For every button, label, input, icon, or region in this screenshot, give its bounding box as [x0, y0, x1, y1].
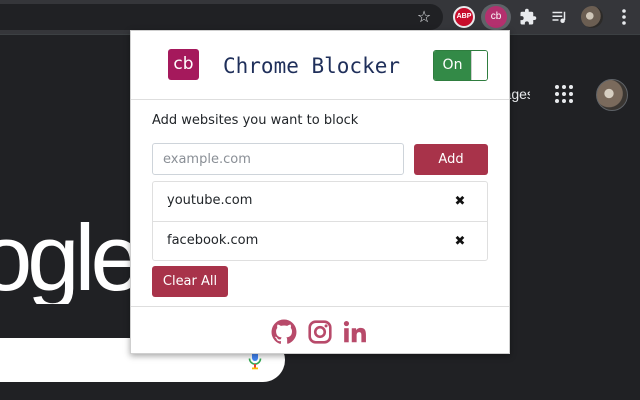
blocked-sites-list: youtube.com ✖ facebook.com ✖ — [152, 181, 488, 261]
abp-label: ABP — [456, 13, 472, 20]
list-item: youtube.com ✖ — [153, 182, 487, 221]
profile-avatar-icon[interactable] — [581, 6, 603, 28]
address-bar[interactable] — [0, 4, 443, 30]
block-prompt: Add websites you want to block — [152, 113, 359, 128]
site-name: facebook.com — [167, 233, 259, 248]
google-apps-icon[interactable] — [555, 85, 573, 103]
remove-icon[interactable]: ✖ — [450, 192, 470, 212]
site-name: youtube.com — [167, 193, 253, 208]
puzzle-icon[interactable] — [519, 8, 537, 26]
media-control-icon[interactable] — [551, 8, 569, 26]
blocker-toggle[interactable]: On — [433, 50, 488, 81]
remove-icon[interactable]: ✖ — [450, 232, 470, 252]
chrome-blocker-extension-icon: cb — [485, 6, 507, 28]
linkedin-icon[interactable] — [342, 319, 368, 345]
cb-ext-label: cb — [490, 11, 502, 22]
instagram-icon[interactable] — [307, 319, 333, 345]
adblock-extension-icon[interactable]: ABP — [453, 6, 475, 28]
popup-title: Chrome Blocker — [223, 54, 401, 78]
chrome-blocker-extension-button[interactable]: cb — [481, 4, 511, 30]
google-account-avatar[interactable] — [596, 79, 628, 111]
star-icon[interactable]: ☆ — [414, 7, 434, 27]
toggle-label: On — [434, 51, 471, 80]
toggle-knob — [471, 51, 487, 80]
google-logo: ogle — [0, 212, 143, 304]
list-item: facebook.com ✖ — [153, 221, 487, 260]
popup-header: cb Chrome Blocker On — [131, 31, 509, 100]
chrome-blocker-logo: cb — [168, 49, 199, 80]
chrome-blocker-popup: cb Chrome Blocker On Add websites you wa… — [130, 30, 510, 354]
github-icon[interactable] — [271, 319, 297, 345]
social-footer — [131, 306, 509, 353]
website-input[interactable] — [152, 143, 404, 175]
clear-all-button[interactable]: Clear All — [152, 266, 228, 297]
kebab-menu-icon[interactable] — [614, 7, 634, 27]
add-button[interactable]: Add — [414, 144, 488, 175]
browser-toolbar: ☆ ABP cb — [0, 0, 640, 34]
